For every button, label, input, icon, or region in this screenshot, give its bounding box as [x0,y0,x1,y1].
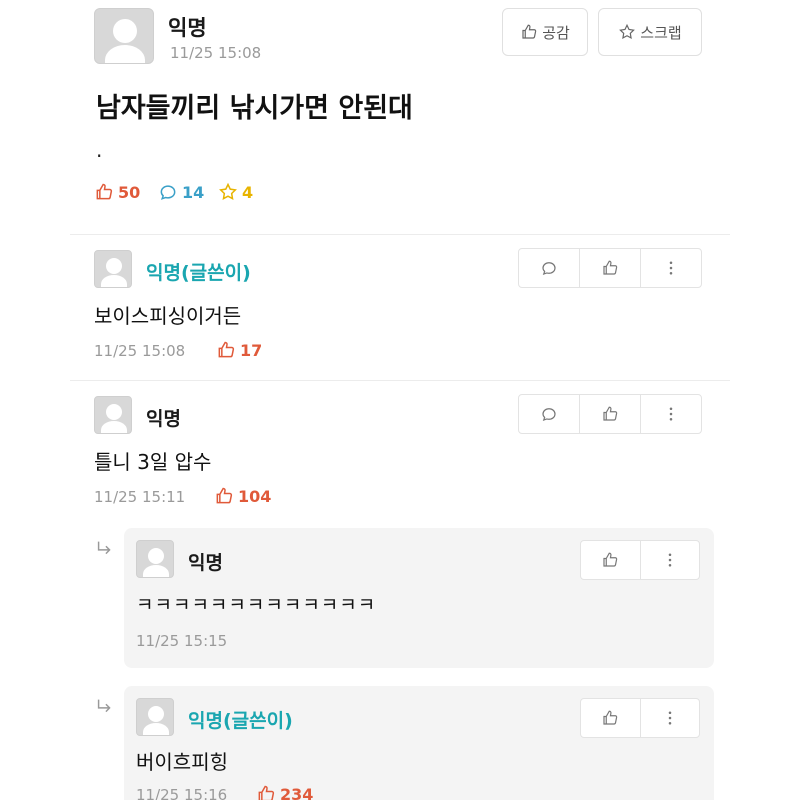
thumbs-up-icon [258,785,275,800]
reply-actions [580,540,700,580]
reply-time: 11/25 15:16 [136,786,228,800]
thumbs-up-icon [603,552,618,567]
like-button-label: 공감 [542,23,570,42]
comment-actions [518,394,702,434]
reply-text: 버이흐피힝 [136,750,228,774]
reply-like-count: 234 [256,784,313,800]
reply-time: 11/25 15:15 [136,632,228,650]
post-author-name: 익명 [168,16,207,40]
reply-like-button[interactable] [581,541,641,579]
scrap-button-label: 스크랩 [640,23,682,42]
speech-bubble-icon [542,262,556,275]
reply-avatar [136,540,174,578]
comment-like-button[interactable] [580,395,641,433]
comment-author-name: 익명(글쓴이) [146,262,251,284]
thumbs-up-icon [603,710,618,725]
reply-button[interactable] [519,395,580,433]
reply-author-name: 익명 [188,552,223,574]
vertical-dots-icon [669,407,673,421]
post-title: 남자들끼리 낚시가면 안된대 [96,93,413,124]
thumbs-up-icon [218,341,235,358]
post-body: . [96,138,103,162]
comment-like-count: 17 [216,340,262,360]
thumbs-up-icon [96,183,113,200]
vertical-dots-icon [668,553,672,567]
scrap-button[interactable]: 스크랩 [598,8,702,56]
comment-avatar [94,250,132,288]
vertical-dots-icon [668,711,672,725]
more-options-button[interactable] [641,699,700,737]
speech-bubble-icon [160,185,176,200]
thumbs-up-icon [603,406,618,421]
post-time: 11/25 15:08 [170,44,262,62]
reply-arrow-icon [94,696,116,722]
reply-arrow-icon [94,538,116,564]
post-like-count: 50 [94,182,140,202]
divider [70,234,730,235]
more-options-button[interactable] [641,395,701,433]
reply-actions [580,698,700,738]
more-options-button[interactable] [641,541,700,579]
comment-time: 11/25 15:11 [94,488,186,506]
comment-author-name: 익명 [146,408,181,430]
star-icon [619,23,636,40]
comment-avatar [94,396,132,434]
star-icon [219,182,237,200]
comment-like-count: 104 [214,486,271,506]
comment-text: 보이스피싱이거든 [94,304,242,328]
more-options-button[interactable] [641,249,701,287]
post-scrap-count: 4 [218,182,253,202]
comment-time: 11/25 15:08 [94,342,186,360]
post-comment-count: 14 [158,182,204,202]
comment-text: 틀니 3일 압수 [94,450,212,474]
reply-avatar [136,698,174,736]
vertical-dots-icon [669,261,673,275]
divider [70,380,730,381]
reply-text: ㅋㅋㅋㅋㅋㅋㅋㅋㅋㅋㅋㅋㅋ [136,594,377,616]
thumbs-up-icon [522,24,537,39]
reply-button[interactable] [519,249,580,287]
post-author-avatar [94,8,154,64]
comment-actions [518,248,702,288]
thumbs-up-icon [603,260,618,275]
like-button[interactable]: 공감 [502,8,588,56]
comment-like-button[interactable] [580,249,641,287]
reply-like-button[interactable] [581,699,641,737]
speech-bubble-icon [542,408,556,421]
thumbs-up-icon [216,487,233,504]
reply-author-name: 익명(글쓴이) [188,710,293,732]
